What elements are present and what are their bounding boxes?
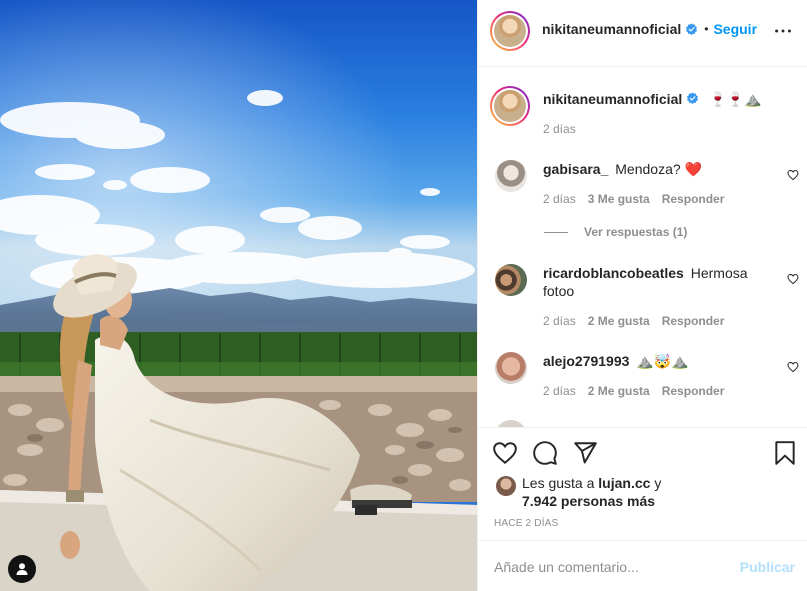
bookmark-icon[interactable] [772, 440, 798, 466]
caption-time[interactable]: 2 días [543, 122, 576, 136]
comment-likes[interactable]: 2 Me gusta [588, 314, 650, 328]
comment-text: ⛰️🤯⛰️ [636, 353, 689, 369]
comment-avatar[interactable] [495, 160, 527, 192]
post-sidebar: nikitaneumannoficial • Seguir nikitaneum… [477, 0, 807, 591]
comment-avatar[interactable] [495, 352, 527, 384]
comment-username[interactable]: alejo2791993 [543, 353, 629, 369]
comment-username[interactable]: ricardoblancobeatles [543, 265, 684, 281]
comment-avatar[interactable] [495, 264, 527, 296]
comment-username[interactable]: gabisara_ [543, 161, 608, 177]
post-image [0, 0, 477, 591]
likes-prefix: Les gusta a [522, 475, 595, 491]
likes-conj: y [654, 475, 662, 491]
caption-username[interactable]: nikitaneumannoficial [543, 91, 682, 107]
user-tag-icon [16, 563, 28, 575]
header-separator: • [704, 22, 709, 36]
reply-button[interactable]: Responder [662, 314, 725, 328]
caption-text-line: nikitaneumannoficial 🍷🍷⛰️ [543, 90, 761, 108]
view-replies-label: Ver respuestas (1) [584, 225, 688, 239]
comment-text: Mendoza? ❤️ [615, 161, 702, 177]
comment-time[interactable]: 2 días [543, 314, 576, 328]
comment-time[interactable]: 2 días [543, 192, 576, 206]
post-timestamp[interactable]: HACE 2 DÍAS [494, 518, 558, 529]
liker-avatar[interactable] [496, 476, 516, 496]
comment-likes[interactable]: 2 Me gusta [588, 384, 650, 398]
view-replies-button[interactable]: Ver respuestas (1) [544, 225, 687, 239]
post-header: nikitaneumannoficial • Seguir [478, 0, 807, 67]
post-actions: Les gusta a lujan.cc y 7.942 personas má… [478, 427, 807, 540]
comment-avatar[interactable] [495, 420, 527, 427]
likes-summary: Les gusta a lujan.cc y 7.942 personas má… [522, 474, 661, 510]
comment-meta: 2 días 2 Me gusta Responder [543, 314, 724, 328]
comment-like-heart-icon[interactable] [787, 361, 799, 373]
comment-text-line: gabisara_ Mendoza? ❤️ [543, 160, 702, 178]
post-photo[interactable] [0, 0, 477, 591]
caption-avatar[interactable] [490, 86, 530, 126]
verified-badge-icon [686, 22, 698, 35]
comment-meta: 2 días 2 Me gusta Responder [543, 384, 724, 398]
more-options-icon[interactable] [772, 20, 794, 42]
publish-button[interactable]: Publicar [740, 559, 795, 575]
header-user-line: nikitaneumannoficial • Seguir [542, 21, 757, 37]
replies-divider [544, 231, 568, 233]
follow-button[interactable]: Seguir [713, 21, 757, 37]
comment-text-line: alejo2791993 ⛰️🤯⛰️ [543, 352, 689, 370]
comment-likes[interactable]: 3 Me gusta [588, 192, 650, 206]
comment-like-heart-icon[interactable] [787, 273, 799, 285]
author-username[interactable]: nikitaneumannoficial [542, 21, 681, 37]
likes-others-count[interactable]: 7.942 personas más [522, 493, 655, 509]
comments-list[interactable]: nikitaneumannoficial 🍷🍷⛰️ 2 días gabisar… [478, 68, 807, 427]
comment-input[interactable] [494, 556, 724, 578]
reply-button[interactable]: Responder [662, 192, 725, 206]
share-icon[interactable] [572, 440, 598, 466]
comment-like-heart-icon[interactable] [787, 169, 799, 181]
reply-button[interactable]: Responder [662, 384, 725, 398]
user-tag-button[interactable] [8, 555, 36, 583]
add-comment-bar: Publicar [478, 540, 807, 591]
comment-meta: 2 días 3 Me gusta Responder [543, 192, 724, 206]
author-avatar[interactable] [490, 11, 530, 51]
liker-username[interactable]: lujan.cc [598, 475, 650, 491]
heart-icon[interactable] [492, 440, 518, 466]
comment-text-line: ricardoblancobeatles Hermosa fotoo [543, 264, 763, 300]
comment-time[interactable]: 2 días [543, 384, 576, 398]
caption-text: 🍷🍷⛰️ [709, 91, 762, 107]
comment-icon[interactable] [532, 440, 558, 466]
verified-badge-icon [687, 92, 699, 105]
